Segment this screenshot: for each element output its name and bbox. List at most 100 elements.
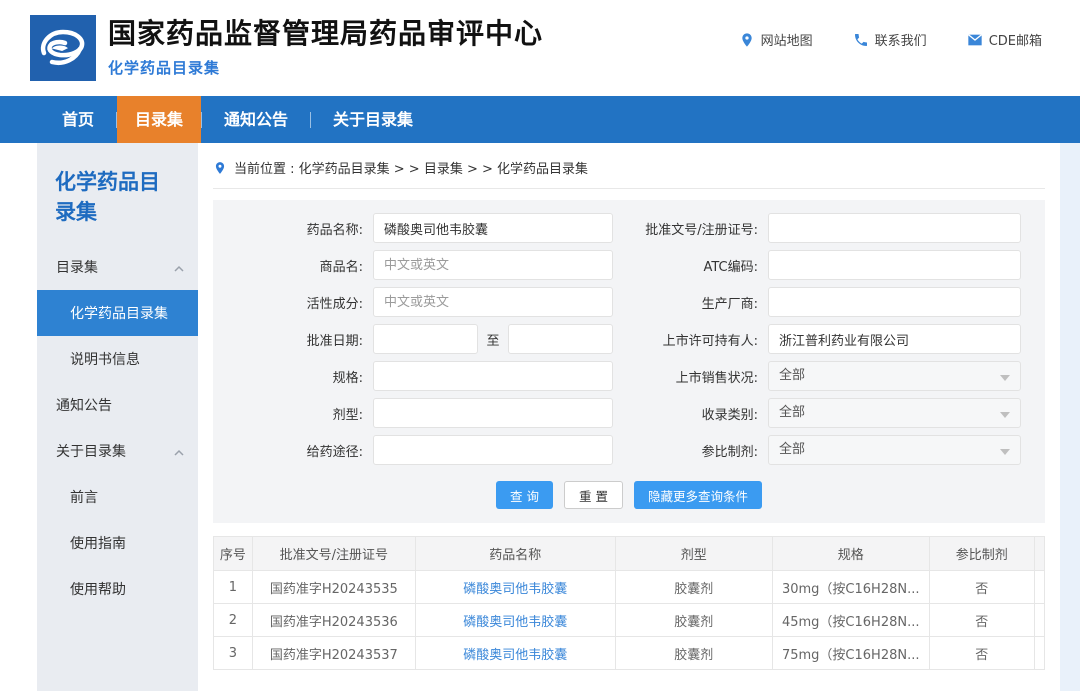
chevron-down-icon [1000,375,1010,381]
col-approval: 批准文号/注册证号 [252,537,415,571]
sidebar-item-user-guide[interactable]: 使用指南 [37,520,198,566]
cell-approval: 国药准字H20243536 [252,604,415,637]
approval-no-input[interactable] [768,213,1021,243]
sidebar-item-label: 目录集 [56,257,98,277]
hide-more-filters-button[interactable]: 隐藏更多查询条件 [634,481,762,509]
main-area: 化学药品目录集 目录集 化学药品目录集 说明书信息 通知公告 关于目录集 前言 … [0,143,1060,691]
col-dosage-form: 剂型 [615,537,772,571]
cell-seq: 1 [214,571,253,604]
breadcrumb: 当前位置 : 化学药品目录集 > > 目录集 > > 化学药品目录集 [213,143,1045,189]
col-reference: 参比制剂 [929,537,1034,571]
category-label: 收录类别: [613,404,758,423]
cell-seq: 2 [214,604,253,637]
results-table: 序号 批准文号/注册证号 药品名称 剂型 规格 参比制剂 1 国药准字H2024… [213,536,1045,670]
sitemap-link[interactable]: 网站地图 [739,30,813,49]
approval-date-end-input[interactable] [508,324,613,354]
chevron-up-icon [174,446,184,456]
cell-dosage-form: 胶囊剂 [615,571,772,604]
date-range-separator: 至 [478,330,508,349]
cell-reference: 否 [929,571,1034,604]
table-row: 3 国药准字H20243537 磷酸奥司他韦胶囊 胶囊剂 75mg（按C16H2… [214,637,1045,670]
nav-item-about[interactable]: 关于目录集 [311,96,435,143]
market-status-select[interactable]: 全部 [768,361,1021,391]
sidebar-item-label: 使用帮助 [70,579,126,599]
manufacturer-label: 生产厂商: [613,293,758,312]
contact-link-label: 联系我们 [875,30,927,49]
category-select[interactable]: 全部 [768,398,1021,428]
chevron-down-icon [1000,449,1010,455]
sidebar-item-insert-info[interactable]: 说明书信息 [37,336,198,382]
license-holder-input[interactable] [768,324,1021,354]
cell-gutter [1034,571,1044,604]
sidebar-item-label: 说明书信息 [70,349,140,369]
cde-mail-link[interactable]: CDE邮箱 [967,30,1042,49]
drug-name-input[interactable] [373,213,613,243]
spec-label: 规格: [213,367,363,386]
breadcrumb-text: 当前位置 : 化学药品目录集 > > 目录集 > > 化学药品目录集 [234,158,588,177]
trade-name-input[interactable] [373,250,613,280]
envelope-icon [967,32,983,48]
cell-dosage-form: 胶囊剂 [615,604,772,637]
sidebar-item-preface[interactable]: 前言 [37,474,198,520]
atc-code-input[interactable] [768,250,1021,280]
spec-input[interactable] [373,361,613,391]
sidebar: 化学药品目录集 目录集 化学药品目录集 说明书信息 通知公告 关于目录集 前言 … [37,143,198,691]
col-gutter [1034,537,1044,571]
search-panel: 药品名称: 批准文号/注册证号: 商品名: ATC编码: 活性成分: 生产厂商:… [213,200,1045,523]
category-value: 全部 [779,405,805,420]
cell-reference: 否 [929,604,1034,637]
site-subtitle: 化学药品目录集 [108,57,543,78]
col-drug-name: 药品名称 [415,537,615,571]
site-header: 国家药品监督管理局药品审评中心 化学药品目录集 网站地图 联系我们 CDE邮箱 [0,0,1080,96]
sidebar-item-label: 使用指南 [70,533,126,553]
market-status-label: 上市销售状况: [613,367,758,386]
sidebar-item-label: 前言 [70,487,98,507]
site-title: 国家药品监督管理局药品审评中心 [108,18,543,50]
cell-reference: 否 [929,637,1034,670]
sidebar-item-help[interactable]: 使用帮助 [37,566,198,612]
trade-name-label: 商品名: [213,256,363,275]
button-row: 查 询 重 置 隐藏更多查询条件 [213,481,1045,509]
table-header-row: 序号 批准文号/注册证号 药品名称 剂型 规格 参比制剂 [214,537,1045,571]
reference-select[interactable]: 全部 [768,435,1021,465]
chevron-down-icon [1000,412,1010,418]
cell-approval: 国药准字H20243535 [252,571,415,604]
reset-button[interactable]: 重 置 [564,481,623,509]
phone-icon [853,32,869,48]
location-pin-icon [213,161,227,175]
cell-dosage-form: 胶囊剂 [615,637,772,670]
cell-spec: 45mg（按C16H28N... [772,604,929,637]
nav-item-home[interactable]: 首页 [40,96,116,143]
contact-link[interactable]: 联系我们 [853,30,927,49]
dosage-form-input[interactable] [373,398,613,428]
active-ingredient-input[interactable] [373,287,613,317]
route-label: 给药途径: [213,441,363,460]
sidebar-item-catalog[interactable]: 目录集 [37,244,198,290]
reference-label: 参比制剂: [613,441,758,460]
approval-date-start-input[interactable] [373,324,478,354]
nav-item-catalog[interactable]: 目录集 [117,96,201,143]
cell-approval: 国药准字H20243537 [252,637,415,670]
drug-name-link[interactable]: 磷酸奥司他韦胶囊 [415,604,615,637]
cell-seq: 3 [214,637,253,670]
drug-name-link[interactable]: 磷酸奥司他韦胶囊 [415,571,615,604]
reference-value: 全部 [779,442,805,457]
route-input[interactable] [373,435,613,465]
nav-item-notices[interactable]: 通知公告 [202,96,310,143]
manufacturer-input[interactable] [768,287,1021,317]
sidebar-item-label: 化学药品目录集 [70,303,168,323]
drug-name-link[interactable]: 磷酸奥司他韦胶囊 [415,637,615,670]
sidebar-item-notices[interactable]: 通知公告 [37,382,198,428]
table-row: 1 国药准字H20243535 磷酸奥司他韦胶囊 胶囊剂 30mg（按C16H2… [214,571,1045,604]
location-pin-icon [739,32,755,48]
market-status-value: 全部 [779,368,805,383]
table-row: 2 国药准字H20243536 磷酸奥司他韦胶囊 胶囊剂 45mg（按C16H2… [214,604,1045,637]
sidebar-item-chemical-catalog[interactable]: 化学药品目录集 [37,290,198,336]
col-seq: 序号 [214,537,253,571]
license-holder-label: 上市许可持有人: [613,330,758,349]
sidebar-title: 化学药品目录集 [37,143,198,244]
atc-code-label: ATC编码: [613,256,758,275]
dosage-form-label: 剂型: [213,404,363,423]
search-button[interactable]: 查 询 [496,481,553,509]
sidebar-item-about[interactable]: 关于目录集 [37,428,198,474]
